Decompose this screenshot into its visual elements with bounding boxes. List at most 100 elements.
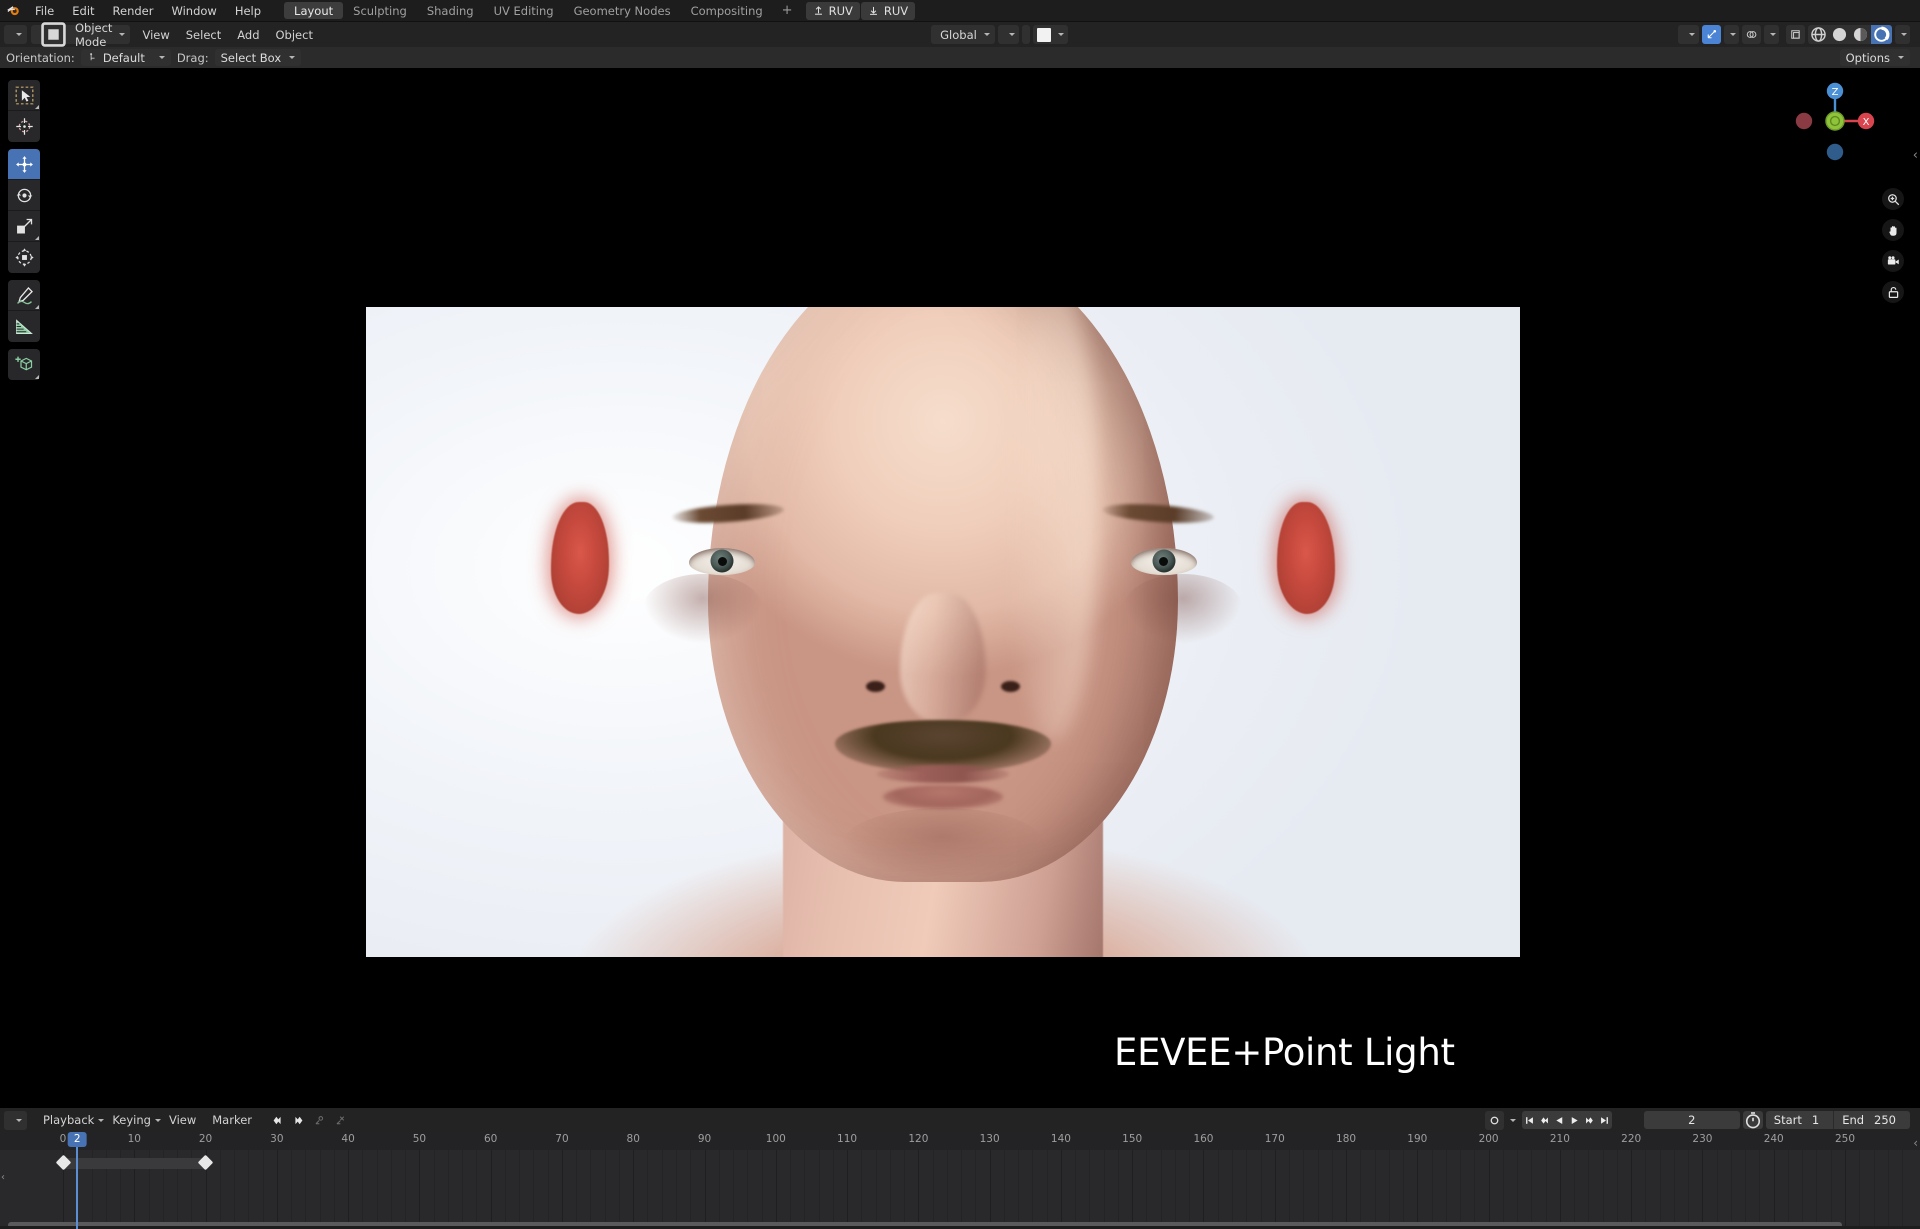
shading-material-preview-button[interactable]	[1850, 25, 1871, 44]
timeline-gridline	[1346, 1150, 1348, 1229]
timeline-menu-keying[interactable]: Keying	[104, 1109, 159, 1131]
tool-annotate[interactable]	[8, 280, 40, 311]
timeline-menu-marker[interactable]: Marker	[204, 1109, 260, 1131]
editor-type-selector[interactable]	[4, 25, 27, 44]
tab-compositing[interactable]: Compositing	[681, 2, 773, 19]
timeline-tick-label: 110	[837, 1133, 858, 1145]
timeline-ruler[interactable]: 0 10 20 30 40 50 60 70 80 90 100 110 120 130 140 150 160…	[0, 1132, 1920, 1150]
tool-transform[interactable]	[8, 242, 40, 273]
timeline-left-scroll-arrow[interactable]: ‹	[1, 1172, 5, 1183]
render-caption: EEVEE+Point Light	[1114, 1031, 1455, 1074]
timeline-menu-view[interactable]: View	[161, 1109, 204, 1131]
proportional-falloff-selector[interactable]	[1032, 25, 1068, 44]
tab-layout[interactable]: Layout	[284, 2, 344, 19]
overlays-dropdown[interactable]	[1764, 25, 1779, 44]
timeline-editor-type-selector[interactable]	[4, 1110, 27, 1130]
tool-cursor[interactable]	[8, 111, 40, 142]
orientation-dropdown[interactable]: Default	[80, 49, 171, 66]
object-visibility-selector[interactable]	[1678, 25, 1699, 44]
show-gizmo-toggle[interactable]	[1702, 25, 1721, 44]
timeline-tick-label: 40	[341, 1133, 355, 1145]
timeline-gridline-minor	[1046, 1150, 1048, 1229]
jump-prev-keyframe-icon	[273, 1116, 281, 1124]
tool-scale[interactable]	[8, 211, 40, 242]
tab-shading[interactable]: Shading	[417, 2, 484, 19]
viewport-shading-modes	[1808, 25, 1892, 44]
shading-solid-button[interactable]	[1829, 25, 1850, 44]
timeline-right-scroll-arrow[interactable]: ‹	[1913, 1136, 1918, 1150]
show-gizmo-dropdown[interactable]	[1724, 25, 1739, 44]
pan-button[interactable]	[1882, 219, 1904, 241]
next-keyframe-button[interactable]	[1582, 1111, 1597, 1129]
tool-add-cube[interactable]	[8, 349, 40, 380]
timeline-gridline-minor	[462, 1150, 464, 1229]
menu-window[interactable]: Window	[162, 0, 225, 22]
toggle-perspective-button[interactable]	[1882, 281, 1904, 303]
play-reverse-button[interactable]	[1552, 1111, 1567, 1129]
timeline-editor[interactable]: 0 10 20 30 40 50 60 70 80 90 100 110 120 130 140 150 160…	[0, 1132, 1920, 1229]
show-overlays-toggle[interactable]	[1742, 25, 1761, 44]
use-preview-range-toggle[interactable]	[1742, 1111, 1763, 1129]
frame-range-fields[interactable]: Start 1 End 250	[1765, 1111, 1910, 1129]
jump-to-end-button[interactable]	[1597, 1111, 1612, 1129]
download-icon	[869, 6, 877, 15]
timeline-gridline-minor	[747, 1150, 749, 1229]
orientation-value: Default	[102, 50, 145, 65]
shading-dropdown[interactable]	[1895, 25, 1910, 44]
menu-help[interactable]: Help	[226, 0, 270, 22]
falloff-constant-icon	[1036, 27, 1051, 42]
tool-move[interactable]	[8, 149, 40, 180]
timeline-gridline-minor	[590, 1150, 592, 1229]
timeline-gridline-minor	[219, 1150, 221, 1229]
tab-geometry-nodes[interactable]: Geometry Nodes	[564, 2, 681, 19]
prev-keyframe-button[interactable]	[1537, 1111, 1552, 1129]
navigation-gizmo[interactable]: Z X	[1792, 78, 1878, 164]
auto-keying-toggle[interactable]	[1484, 1110, 1504, 1130]
options-dropdown[interactable]: Options	[1839, 49, 1910, 66]
tool-select-box[interactable]	[8, 80, 40, 111]
keyframe-range-bar[interactable]	[63, 1158, 206, 1169]
camera-view-button[interactable]	[1882, 250, 1904, 272]
timeline-tick-label: 0	[59, 1133, 67, 1145]
jump-next-keyframe-button[interactable]	[289, 1111, 308, 1130]
timeline-tick-label: 120	[908, 1133, 929, 1145]
menu-render[interactable]: Render	[104, 0, 163, 22]
zoom-icon	[1887, 193, 1899, 205]
timeline-gridline	[1631, 1150, 1633, 1229]
viewport-menu-object[interactable]: Object	[268, 24, 321, 46]
3d-viewport[interactable]: EEVEE+Point Light Z X ‹	[0, 68, 1920, 1108]
jump-prev-keyframe-button[interactable]	[268, 1111, 287, 1130]
tab-sculpting[interactable]: Sculpting	[343, 2, 417, 19]
jump-to-start-button[interactable]	[1522, 1111, 1537, 1129]
timeline-menu-playback[interactable]: Playback	[35, 1109, 102, 1131]
addon-button-group: RUV RUV	[805, 1, 916, 20]
tab-uv-editing[interactable]: UV Editing	[484, 2, 564, 19]
shading-wireframe-button[interactable]	[1808, 25, 1829, 44]
viewport-menu-view[interactable]: View	[134, 24, 177, 46]
timeline-gridline-minor	[1460, 1150, 1462, 1229]
add-workspace-button[interactable]: +	[773, 0, 802, 22]
proportional-editing-toggle[interactable]	[1021, 25, 1030, 44]
transform-orientation-selector[interactable]: Global	[931, 25, 995, 44]
tool-rotate[interactable]	[8, 180, 40, 211]
play-button[interactable]	[1567, 1111, 1582, 1129]
toggle-xray[interactable]	[1786, 25, 1805, 44]
shading-rendered-button[interactable]	[1871, 25, 1892, 44]
ruv-upload-button[interactable]: RUV	[805, 1, 860, 20]
current-frame-field[interactable]: 2	[1643, 1111, 1740, 1129]
delete-keyframe-button[interactable]	[331, 1111, 350, 1130]
snapping-toggle[interactable]	[997, 25, 1019, 44]
tool-measure[interactable]	[8, 311, 40, 342]
blender-logo-icon[interactable]	[0, 0, 26, 22]
axis-gizmo-icon: Z X	[1795, 82, 1875, 161]
zoom-button[interactable]	[1882, 188, 1904, 210]
timeline-gridline-minor	[961, 1150, 963, 1229]
insert-keyframe-button[interactable]	[310, 1111, 329, 1130]
viewport-menu-add[interactable]: Add	[229, 24, 267, 46]
viewport-sidebar-collapse-arrow[interactable]: ‹	[1913, 148, 1918, 163]
interaction-mode-selector[interactable]: Object Mode	[31, 21, 131, 49]
drag-dropdown[interactable]: Select Box	[214, 49, 302, 66]
viewport-menu-select[interactable]: Select	[178, 24, 229, 46]
ruv-download-button[interactable]: RUV	[860, 1, 916, 20]
playhead-frame-label[interactable]: 2	[67, 1132, 87, 1147]
